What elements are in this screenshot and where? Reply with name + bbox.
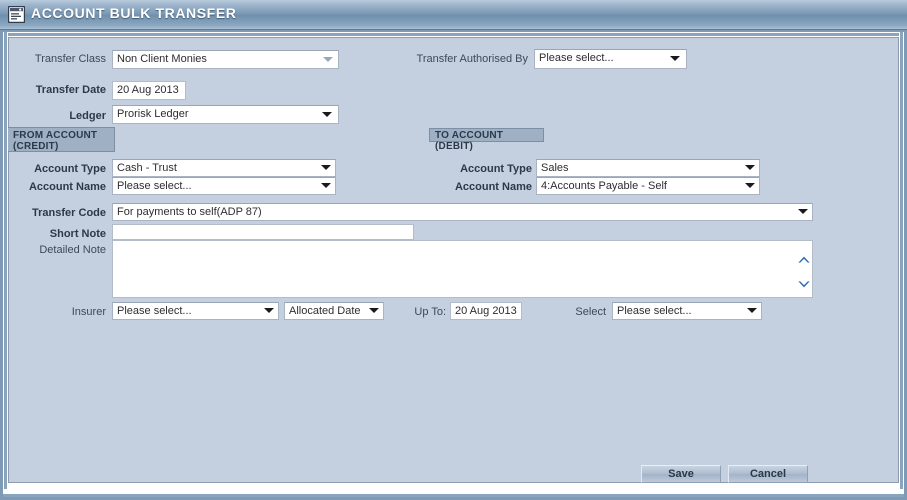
chevron-down-icon[interactable] [321,183,331,188]
select-label: Select [575,306,606,318]
ledger-label: Ledger [69,110,106,122]
to-account-type-label: Account Type [460,163,532,175]
to-account-name-dropdown[interactable]: 4:Accounts Payable - Self [536,177,760,195]
up-to-date-input[interactable]: 20 Aug 2013 [450,302,522,320]
chevron-down-icon[interactable] [747,308,757,313]
to-account-section-header: TO ACCOUNT (DEBIT) [429,128,544,152]
transfer-authorised-by-label: Transfer Authorised By [416,53,528,65]
to-account-type-dropdown[interactable]: Sales [536,159,760,177]
transfer-class-dropdown[interactable]: Non Client Monies [112,50,339,69]
chevron-down-icon[interactable] [264,308,274,313]
from-account-name-label: Account Name [28,181,106,193]
from-account-type-dropdown[interactable]: Cash - Trust [112,159,336,177]
chevron-down-icon[interactable] [322,112,332,117]
chevron-down-icon[interactable] [798,209,808,214]
window-titlebar: ACCOUNT BULK TRANSFER [0,0,907,30]
up-to-label: Up To: [414,306,446,318]
short-note-label: Short Note [49,228,106,240]
document-window-icon [7,5,26,24]
transfer-date-label: Transfer Date [35,84,106,96]
ledger-dropdown[interactable]: Prorisk Ledger [112,105,339,124]
detailed-note-label: Detailed Note [39,244,106,256]
chevron-down-icon[interactable] [369,308,379,313]
account-bulk-transfer-window: ACCOUNT BULK TRANSFER Transfer Class Non… [0,0,907,500]
from-account-type-label: Account Type [34,163,106,175]
frame-edge-right [899,32,904,497]
insurer-dropdown[interactable]: Please select... [112,302,279,320]
frame-edge-bottom [3,489,904,497]
select-dropdown[interactable]: Please select... [612,302,762,320]
to-account-name-label: Account Name [454,181,532,193]
cancel-button[interactable]: Cancel [728,465,808,483]
transfer-code-label: Transfer Code [32,207,106,219]
chevron-down-icon[interactable] [321,165,331,170]
save-button[interactable]: Save [641,465,721,483]
transfer-class-label: Transfer Class [34,53,106,65]
chevron-down-icon[interactable] [670,56,680,61]
chevron-down-icon[interactable] [745,165,755,170]
from-account-header-line1: FROM ACCOUNT [13,130,98,141]
transfer-code-dropdown[interactable]: For payments to self(ADP 87) [112,203,813,221]
detailed-note-textarea[interactable] [112,240,813,298]
panel-bottom-strip [8,483,899,489]
insurer-label: Insurer [71,306,106,318]
chevron-down-icon[interactable] [323,57,333,62]
from-account-section-header: FROM ACCOUNT (CREDIT) [8,127,115,152]
transfer-authorised-by-dropdown[interactable]: Please select... [534,49,687,69]
chevron-down-icon[interactable] [745,183,755,188]
chevron-down-icon[interactable] [797,276,811,288]
transfer-date-input[interactable]: 20 Aug 2013 [112,81,186,100]
window-title: ACCOUNT BULK TRANSFER [31,5,237,21]
short-note-input[interactable] [112,224,414,240]
from-account-name-dropdown[interactable]: Please select... [112,177,336,195]
chevron-up-icon[interactable] [797,251,811,263]
from-account-header-line2: (CREDIT) [13,141,59,152]
